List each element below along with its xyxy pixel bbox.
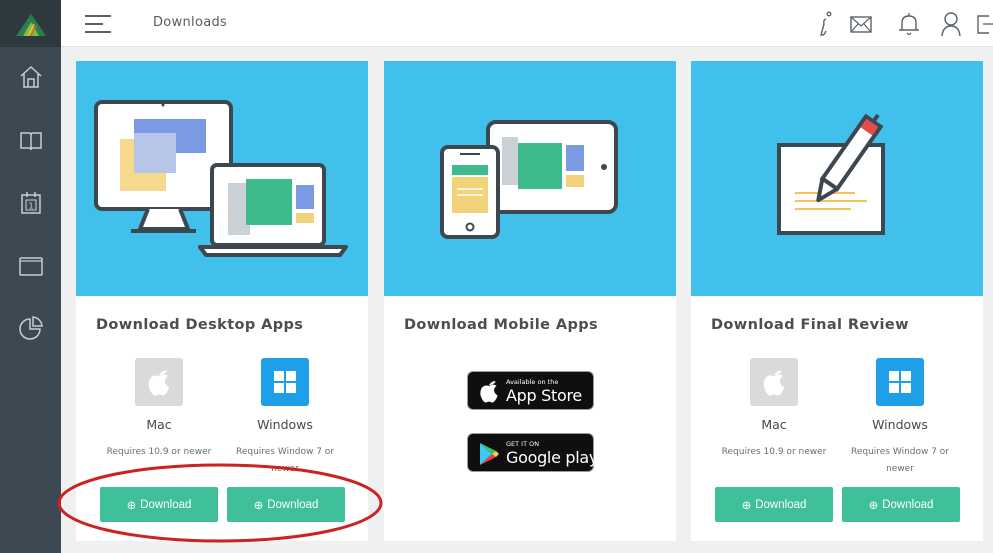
windows-tile	[876, 358, 924, 406]
logo-icon	[15, 13, 46, 36]
windows-label: Windows	[872, 417, 928, 432]
mac-download-button[interactable]: ⊕ Download	[715, 487, 833, 522]
windows-icon	[889, 371, 911, 393]
mac-label: Mac	[146, 417, 172, 432]
user-icon[interactable]	[939, 11, 963, 37]
hamburger-menu-icon[interactable]	[85, 14, 111, 34]
pen-document-illustration	[777, 113, 885, 235]
bell-icon[interactable]	[897, 11, 921, 37]
desktop-hero	[76, 61, 368, 296]
home-icon[interactable]	[18, 64, 44, 90]
google-play-big-text: Google play	[506, 448, 599, 467]
app-logo[interactable]	[0, 0, 61, 47]
final-review-card: Download Final Review Mac Windows Requir…	[691, 61, 983, 541]
download-plus-icon: ⊕	[868, 499, 879, 512]
card-title: Download Desktop Apps	[96, 317, 304, 333]
app-store-badge[interactable]: Available on the App Store	[467, 371, 594, 410]
apple-icon	[148, 370, 169, 396]
mac-tile	[750, 358, 798, 406]
mobile-hero	[384, 61, 676, 296]
mail-icon[interactable]	[849, 11, 873, 37]
book-icon[interactable]	[18, 128, 44, 154]
top-bar: Downloads	[61, 0, 993, 47]
google-play-badge[interactable]: GET IT ON Google play	[467, 433, 598, 472]
app-store-big-text: App Store	[506, 386, 582, 405]
windows-label: Windows	[257, 417, 313, 432]
download-plus-icon: ⊕	[741, 499, 752, 512]
windows-requirement: Requires Window 7 or newer	[850, 447, 950, 474]
mobile-apps-card: Download Mobile Apps Available on the Ap…	[384, 61, 676, 541]
card-title: Download Final Review	[711, 317, 909, 333]
tablet-phone-illustration	[440, 120, 618, 239]
mac-requirement: Requires 10.9 or newer	[106, 447, 212, 457]
google-play-icon	[480, 443, 499, 465]
card-title: Download Mobile Apps	[404, 317, 599, 333]
download-button-label: Download	[755, 498, 807, 511]
windows-icon	[274, 371, 296, 393]
mac-tile	[135, 358, 183, 406]
logout-icon[interactable]	[975, 11, 993, 37]
help-icon[interactable]	[813, 11, 837, 37]
calendar-icon[interactable]: 1	[18, 190, 44, 216]
annotation-circle	[57, 463, 383, 543]
sidebar: 1	[0, 0, 61, 553]
window-icon[interactable]	[18, 253, 44, 279]
pie-chart-icon[interactable]	[18, 315, 44, 341]
download-button-label: Download	[882, 498, 934, 511]
windows-tile	[261, 358, 309, 406]
calendar-day: 1	[28, 202, 33, 211]
desktop-laptop-illustration	[94, 100, 348, 257]
mac-label: Mac	[761, 417, 787, 432]
windows-download-button[interactable]: ⊕ Download	[842, 487, 960, 522]
final-review-hero	[691, 61, 983, 296]
page-title: Downloads	[153, 15, 228, 30]
mac-requirement: Requires 10.9 or newer	[721, 447, 827, 457]
apple-icon	[480, 381, 498, 403]
google-play-small-text: GET IT ON	[506, 440, 540, 448]
app-store-small-text: Available on the	[506, 378, 559, 386]
apple-icon	[763, 370, 784, 396]
